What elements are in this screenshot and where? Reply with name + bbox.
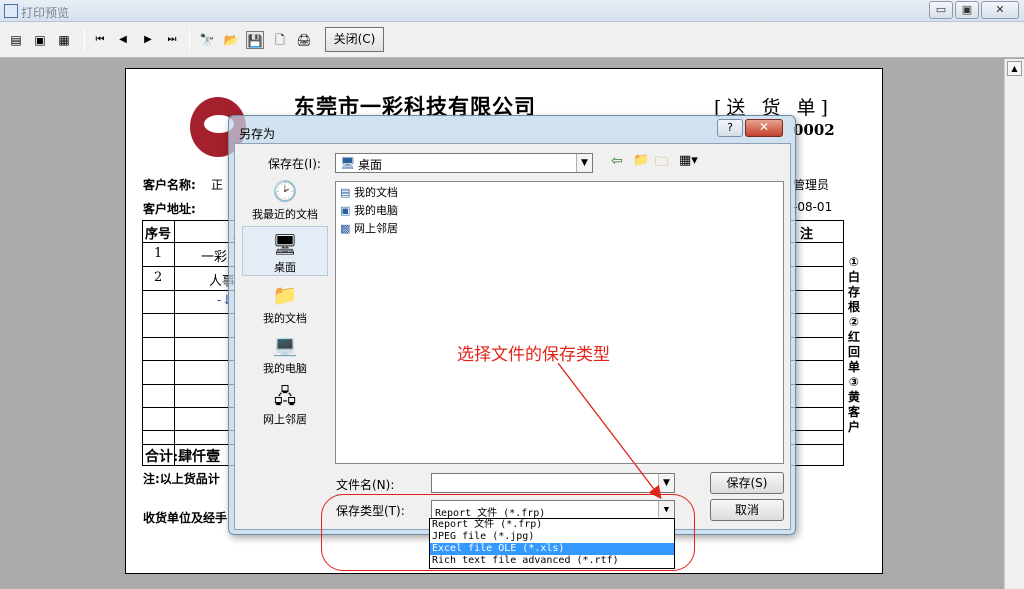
app-icon — [4, 4, 18, 18]
toolbar-separator — [189, 28, 190, 52]
customer-name-value: 正 — [211, 178, 224, 192]
col-header-remark: 注 — [800, 227, 814, 242]
save-icon[interactable]: 💾 — [246, 31, 264, 49]
save-button[interactable]: 保存(S) — [710, 472, 784, 494]
table-row-no: 2 — [154, 270, 163, 285]
file-name: 网上邻居 — [354, 222, 398, 235]
file-name: 我的文档 — [354, 186, 398, 199]
list-item[interactable]: ▤ 我的文档 — [340, 184, 398, 201]
network-icon: ▩ — [340, 222, 351, 235]
recent-icon: 🕑 — [272, 179, 298, 203]
first-icon[interactable]: ⏮ — [91, 31, 109, 49]
dialog-body: 保存在(I): 🖥 桌面 ▼ ⇦ 📁 🗀 ▦▾ 🕑 我最近的文档 🖥 桌面 📁 … — [234, 143, 791, 530]
up-folder-icon[interactable]: 📁 — [633, 153, 649, 168]
filename-label: 文件名(N): — [336, 478, 395, 492]
total-label: 合计:肆仟壹 — [145, 449, 221, 465]
last-icon[interactable]: ⏭ — [163, 31, 181, 49]
place-label: 我最近的文档 — [252, 208, 318, 221]
dialog-close-button[interactable]: ✕ — [745, 119, 783, 137]
list-item[interactable]: ▩ 网上邻居 — [340, 220, 398, 237]
filename-input[interactable]: ▼ — [431, 473, 675, 493]
chevron-down-icon[interactable]: ▼ — [576, 154, 592, 172]
prev-icon[interactable]: ◀ — [114, 31, 132, 49]
window-title-bar: 打印预览 ▭ ▣ ✕ — [0, 0, 1024, 22]
place-desktop[interactable]: 🖥 桌面 — [242, 226, 328, 276]
operator-value: 管理员 — [793, 178, 830, 192]
col-header-no: 序号 — [145, 227, 172, 242]
footnote: 注:以上货品计 — [143, 472, 220, 486]
save-in-select[interactable]: 🖥 桌面 ▼ — [335, 153, 593, 173]
customer-address-label: 客户地址: — [143, 202, 196, 216]
place-label: 我的文档 — [263, 312, 307, 325]
new-icon[interactable]: 🗋 — [271, 31, 289, 49]
table-row-product: 一彩 — [201, 250, 228, 265]
close-window-button[interactable]: ✕ — [981, 1, 1019, 19]
minimize-button[interactable]: ▭ — [929, 1, 953, 19]
scroll-up-icon[interactable]: ▲ — [1007, 61, 1022, 76]
open-icon[interactable]: 📂 — [222, 31, 240, 49]
file-name: 我的电脑 — [354, 204, 398, 217]
place-network[interactable]: 🖧 网上邻居 — [242, 379, 328, 429]
receiver-label: 收货单位及经手 — [143, 511, 228, 525]
help-button[interactable]: ? — [717, 119, 743, 137]
view-menu-icon[interactable]: ▦▾ — [679, 153, 698, 168]
customer-name-label: 客户名称: — [143, 178, 196, 192]
save-in-value: 桌面 — [358, 158, 383, 172]
print-icon[interactable]: 🖨 — [295, 31, 313, 49]
cancel-button[interactable]: 取消 — [710, 499, 784, 521]
desktop-icon: 🖥 — [340, 156, 356, 170]
save-in-label: 保存在(I): — [268, 157, 321, 171]
annotation-text: 选择文件的保存类型 — [457, 345, 610, 365]
documents-icon: ▤ — [340, 186, 351, 199]
vertical-scrollbar[interactable]: ▲ — [1004, 59, 1024, 589]
document-number: 0002 — [793, 121, 835, 139]
save-as-dialog: 另存为 ? ✕ 保存在(I): 🖥 桌面 ▼ ⇦ 📁 🗀 ▦▾ 🕑 我最近的文档… — [228, 115, 796, 535]
file-list[interactable]: ▤ 我的文档 ▣ 我的电脑 ▩ 网上邻居 — [335, 181, 784, 464]
computer-icon: 💻 — [272, 333, 298, 357]
two-pages-icon[interactable]: ▣ — [31, 31, 49, 49]
window-title: 打印预览 — [21, 6, 70, 20]
page-icon[interactable]: ▤ — [7, 31, 25, 49]
table-row-no: 1 — [154, 246, 163, 261]
toolbar-separator — [84, 28, 85, 52]
list-item[interactable]: ▣ 我的电脑 — [340, 202, 398, 219]
chevron-down-icon[interactable]: ▼ — [658, 474, 674, 492]
close-preview-button[interactable]: 关闭(C) — [325, 27, 384, 52]
dialog-title: 另存为 — [239, 127, 276, 141]
computer-icon: ▣ — [340, 204, 351, 217]
documents-icon: 📁 — [272, 283, 298, 307]
back-icon[interactable]: ⇦ — [611, 153, 623, 169]
toolbar: ▤ ▣ ▦ ⏮ ◀ ▶ ⏭ 🔭 📂 💾 🗋 🖨 关闭(C) — [0, 22, 1024, 58]
network-icon: 🖧 — [273, 384, 297, 408]
desktop-icon: 🖥 — [272, 232, 298, 256]
date-value: -08-01 — [793, 200, 833, 214]
copy-note: ①白存根②红回单③黄客户 — [847, 255, 860, 434]
restore-button[interactable]: ▣ — [955, 1, 979, 19]
place-recent[interactable]: 🕑 我最近的文档 — [242, 174, 328, 224]
place-documents[interactable]: 📁 我的文档 — [242, 278, 328, 328]
place-computer[interactable]: 💻 我的电脑 — [242, 328, 328, 378]
next-icon[interactable]: ▶ — [139, 31, 157, 49]
find-icon[interactable]: 🔭 — [198, 31, 216, 49]
places-bar: 🕑 我最近的文档 🖥 桌面 📁 我的文档 💻 我的电脑 🖧 网上邻居 — [242, 174, 328, 426]
new-folder-icon[interactable]: 🗀 — [655, 153, 668, 175]
place-label: 我的电脑 — [263, 362, 307, 375]
place-label: 桌面 — [274, 261, 296, 274]
annotation-highlight-oval — [321, 494, 695, 571]
place-label: 网上邻居 — [263, 413, 307, 426]
multi-page-icon[interactable]: ▦ — [55, 31, 73, 49]
